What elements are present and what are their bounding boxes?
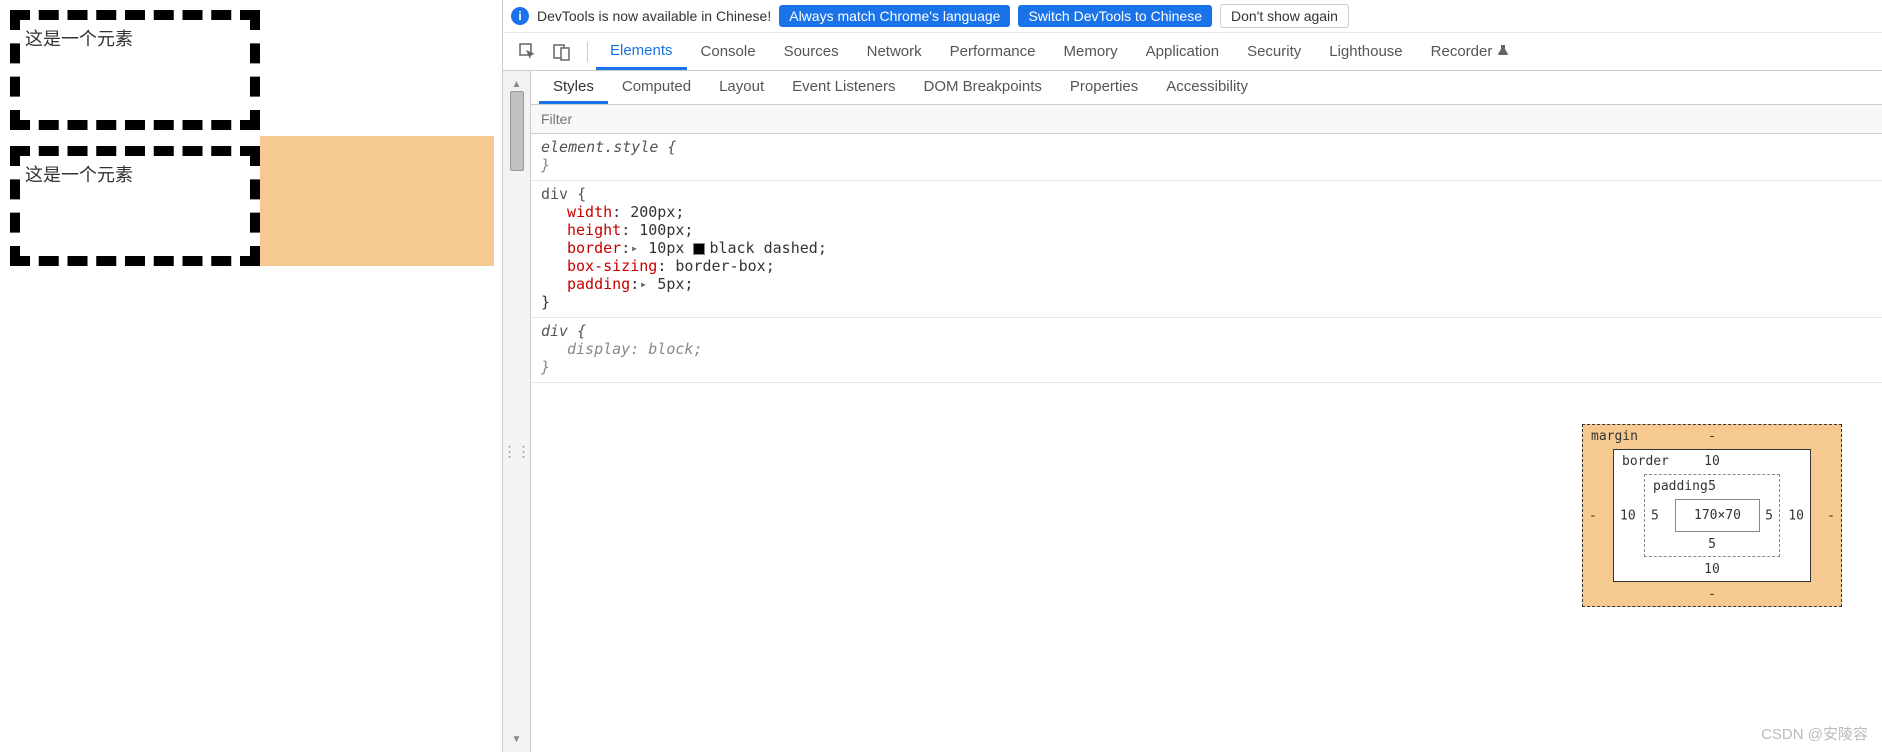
border-bottom: 10 xyxy=(1704,562,1720,577)
tab-event-listeners[interactable]: Event Listeners xyxy=(778,71,909,104)
scroll-up-icon[interactable]: ▲ xyxy=(510,77,524,91)
divider xyxy=(587,42,588,62)
sub-tab-bar: Styles Computed Layout Event Listeners D… xyxy=(531,71,1882,105)
close-brace: } xyxy=(541,156,1872,174)
box-model-padding[interactable]: padding 5 5 5 5 170×70 xyxy=(1644,474,1780,557)
demo-text: 这是一个元素 xyxy=(25,29,133,49)
box-model-margin[interactable]: margin - - - - border 10 10 10 10 padd xyxy=(1582,424,1842,607)
always-match-button[interactable]: Always match Chrome's language xyxy=(779,5,1010,27)
box-model-content[interactable]: 170×70 xyxy=(1675,499,1760,532)
selector: element.style { xyxy=(541,138,1872,156)
close-brace: } xyxy=(541,358,1872,376)
margin-label: margin xyxy=(1591,429,1638,444)
tab-accessibility[interactable]: Accessibility xyxy=(1152,71,1262,104)
tab-memory[interactable]: Memory xyxy=(1050,35,1132,68)
tab-elements[interactable]: Elements xyxy=(596,34,687,70)
selector: div { xyxy=(541,185,1872,203)
demo-element-2[interactable]: 这是一个元素 xyxy=(10,146,260,266)
devtools-body: ▲ ⋮⋮ ▼ Styles Computed Layout Event List… xyxy=(503,71,1882,752)
inspect-icon[interactable] xyxy=(511,43,545,61)
margin-left: - xyxy=(1589,508,1597,523)
flask-icon xyxy=(1497,44,1509,56)
margin-right: - xyxy=(1827,508,1835,523)
tab-layout[interactable]: Layout xyxy=(705,71,778,104)
filter-row xyxy=(531,105,1882,134)
main-tab-bar: Elements Console Sources Network Perform… xyxy=(503,33,1882,71)
filter-input[interactable] xyxy=(531,105,1882,133)
prop-height[interactable]: height: 100px; xyxy=(541,221,1872,239)
tab-styles[interactable]: Styles xyxy=(539,71,608,104)
prop-box-sizing[interactable]: box-sizing: border-box; xyxy=(541,257,1872,275)
prop-display: display: block; xyxy=(541,340,1872,358)
style-rules: element.style { } div { width: 200px; he… xyxy=(531,134,1882,752)
info-message: DevTools is now available in Chinese! xyxy=(537,8,771,24)
scrollbar-thumb[interactable] xyxy=(510,91,524,171)
tab-recorder[interactable]: Recorder xyxy=(1417,35,1523,68)
tab-computed[interactable]: Computed xyxy=(608,71,705,104)
tab-dom-breakpoints[interactable]: DOM Breakpoints xyxy=(910,71,1056,104)
border-label: border xyxy=(1622,454,1669,469)
elements-tree-pane[interactable]: ▲ ⋮⋮ ▼ xyxy=(503,71,531,752)
expand-icon[interactable]: ▸ xyxy=(631,241,638,255)
drag-handle-icon[interactable]: ⋮⋮ xyxy=(503,443,531,460)
padding-right: 5 xyxy=(1765,508,1773,523)
rule-div[interactable]: div { width: 200px; height: 100px; borde… xyxy=(531,181,1882,318)
padding-bottom: 5 xyxy=(1708,537,1716,552)
rule-element-style[interactable]: element.style { } xyxy=(531,134,1882,181)
border-right: 10 xyxy=(1788,508,1804,523)
prop-width[interactable]: width: 200px; xyxy=(541,203,1872,221)
tab-console[interactable]: Console xyxy=(687,35,770,68)
tab-recorder-label: Recorder xyxy=(1431,43,1493,60)
margin-bottom: - xyxy=(1708,587,1716,602)
prop-padding[interactable]: padding:▸ 5px; xyxy=(541,275,1872,293)
box-model-diagram[interactable]: margin - - - - border 10 10 10 10 padd xyxy=(1582,424,1842,607)
demo-element-1[interactable]: 这是一个元素 xyxy=(10,10,260,130)
color-swatch[interactable] xyxy=(693,243,705,255)
info-bar: i DevTools is now available in Chinese! … xyxy=(503,0,1882,33)
padding-left: 5 xyxy=(1651,508,1659,523)
tab-security[interactable]: Security xyxy=(1233,35,1315,68)
watermark: CSDN @安陵容 xyxy=(1761,723,1868,744)
inspect-highlight xyxy=(260,136,494,266)
tab-properties[interactable]: Properties xyxy=(1056,71,1152,104)
selector: div { xyxy=(541,322,1872,340)
page-preview: 这是一个元素 这是一个元素 xyxy=(0,0,502,752)
tab-sources[interactable]: Sources xyxy=(770,35,853,68)
tab-performance[interactable]: Performance xyxy=(936,35,1050,68)
tab-network[interactable]: Network xyxy=(853,35,936,68)
devtools-panel: i DevTools is now available in Chinese! … xyxy=(502,0,1882,752)
styles-pane: Styles Computed Layout Event Listeners D… xyxy=(531,71,1882,752)
close-brace: } xyxy=(541,293,1872,311)
scroll-down-icon[interactable]: ▼ xyxy=(510,732,524,746)
expand-icon[interactable]: ▸ xyxy=(640,277,647,291)
padding-top: 5 xyxy=(1708,479,1716,494)
device-toggle-icon[interactable] xyxy=(545,43,579,61)
dismiss-button[interactable]: Don't show again xyxy=(1220,4,1349,28)
info-icon: i xyxy=(511,7,529,25)
margin-top: - xyxy=(1708,429,1716,444)
border-top: 10 xyxy=(1704,454,1720,469)
demo-text: 这是一个元素 xyxy=(25,165,133,185)
border-left: 10 xyxy=(1620,508,1636,523)
box-model-border[interactable]: border 10 10 10 10 padding 5 5 5 5 xyxy=(1613,449,1811,582)
tab-lighthouse[interactable]: Lighthouse xyxy=(1315,35,1416,68)
switch-language-button[interactable]: Switch DevTools to Chinese xyxy=(1018,5,1212,27)
prop-border[interactable]: border:▸ 10px black dashed; xyxy=(541,239,1872,257)
tab-application[interactable]: Application xyxy=(1132,35,1233,68)
rule-user-agent[interactable]: div { display: block; } xyxy=(531,318,1882,383)
padding-label: padding xyxy=(1653,479,1708,494)
